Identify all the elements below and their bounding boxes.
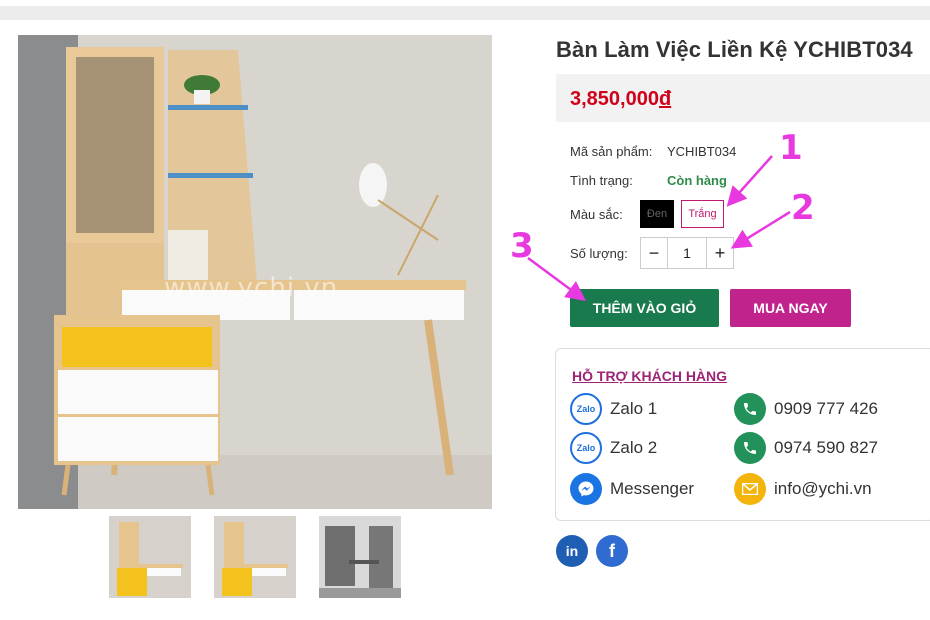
messenger-icon	[570, 473, 602, 505]
thumbnail-3[interactable]	[319, 516, 401, 598]
support-item-label: Messenger	[610, 479, 695, 498]
support-item-label: 0909 777 426	[774, 399, 878, 418]
email-link[interactable]: info@ychi.vn	[734, 473, 872, 505]
messenger-link[interactable]: Messenger	[570, 473, 694, 505]
annotation-label-1: 1	[779, 128, 803, 168]
main-product-image[interactable]: www.ychi.vn	[18, 35, 492, 509]
zalo-icon: Zalo	[570, 432, 602, 464]
zalo-icon: Zalo	[570, 393, 602, 425]
status-label: Tình trạng:	[570, 173, 633, 188]
support-item-label: Zalo 2	[610, 438, 658, 457]
support-item-label: Zalo 1	[610, 399, 658, 418]
price-value: 3,850,000	[570, 88, 659, 110]
color-label: Màu sắc:	[570, 207, 623, 222]
mail-icon	[734, 473, 766, 505]
zalo-1-link[interactable]: Zalo Zalo 1	[570, 393, 657, 425]
support-title: HỖ TRỢ KHÁCH HÀNG	[572, 368, 728, 384]
facebook-icon[interactable]: f	[596, 535, 628, 567]
product-price: 3,850,000đ	[570, 88, 671, 111]
quantity-decrease-button[interactable]: −	[641, 238, 667, 268]
status-value: Còn hàng	[667, 173, 727, 188]
annotation-label-2: 2	[791, 188, 815, 228]
buy-now-button[interactable]: MUA NGAY	[730, 289, 851, 327]
color-option-black[interactable]: Đen	[640, 200, 674, 228]
sku-label: Mã sản phẩm:	[570, 144, 653, 159]
product-title: Bàn Làm Việc Liền Kệ YCHIBT034	[556, 37, 913, 62]
image-watermark: www.ychi.vn	[164, 273, 339, 303]
color-option-white[interactable]: Trắng	[681, 200, 724, 228]
quantity-increase-button[interactable]: +	[707, 238, 733, 268]
thumbnail-1[interactable]	[109, 516, 191, 598]
quantity-label: Số lượng:	[570, 246, 628, 261]
quantity-stepper: − 1 +	[640, 237, 734, 269]
linkedin-icon[interactable]: in	[556, 535, 588, 567]
quantity-input[interactable]: 1	[667, 238, 707, 268]
price-box: 3,850,000đ	[556, 74, 930, 122]
support-item-label: info@ychi.vn	[774, 479, 872, 498]
thumbnail-2[interactable]	[214, 516, 296, 598]
phone-icon	[734, 393, 766, 425]
support-item-label: 0974 590 827	[774, 438, 878, 457]
add-to-cart-button[interactable]: THÊM VÀO GIỎ	[570, 289, 719, 327]
zalo-2-link[interactable]: Zalo Zalo 2	[570, 432, 657, 464]
phone-icon	[734, 432, 766, 464]
annotation-label-3: 3	[510, 226, 534, 266]
top-bar	[0, 6, 930, 20]
price-currency: đ	[658, 88, 672, 110]
phone-1-link[interactable]: 0909 777 426	[734, 393, 878, 425]
phone-2-link[interactable]: 0974 590 827	[734, 432, 878, 464]
sku-value: YCHIBT034	[667, 144, 737, 159]
